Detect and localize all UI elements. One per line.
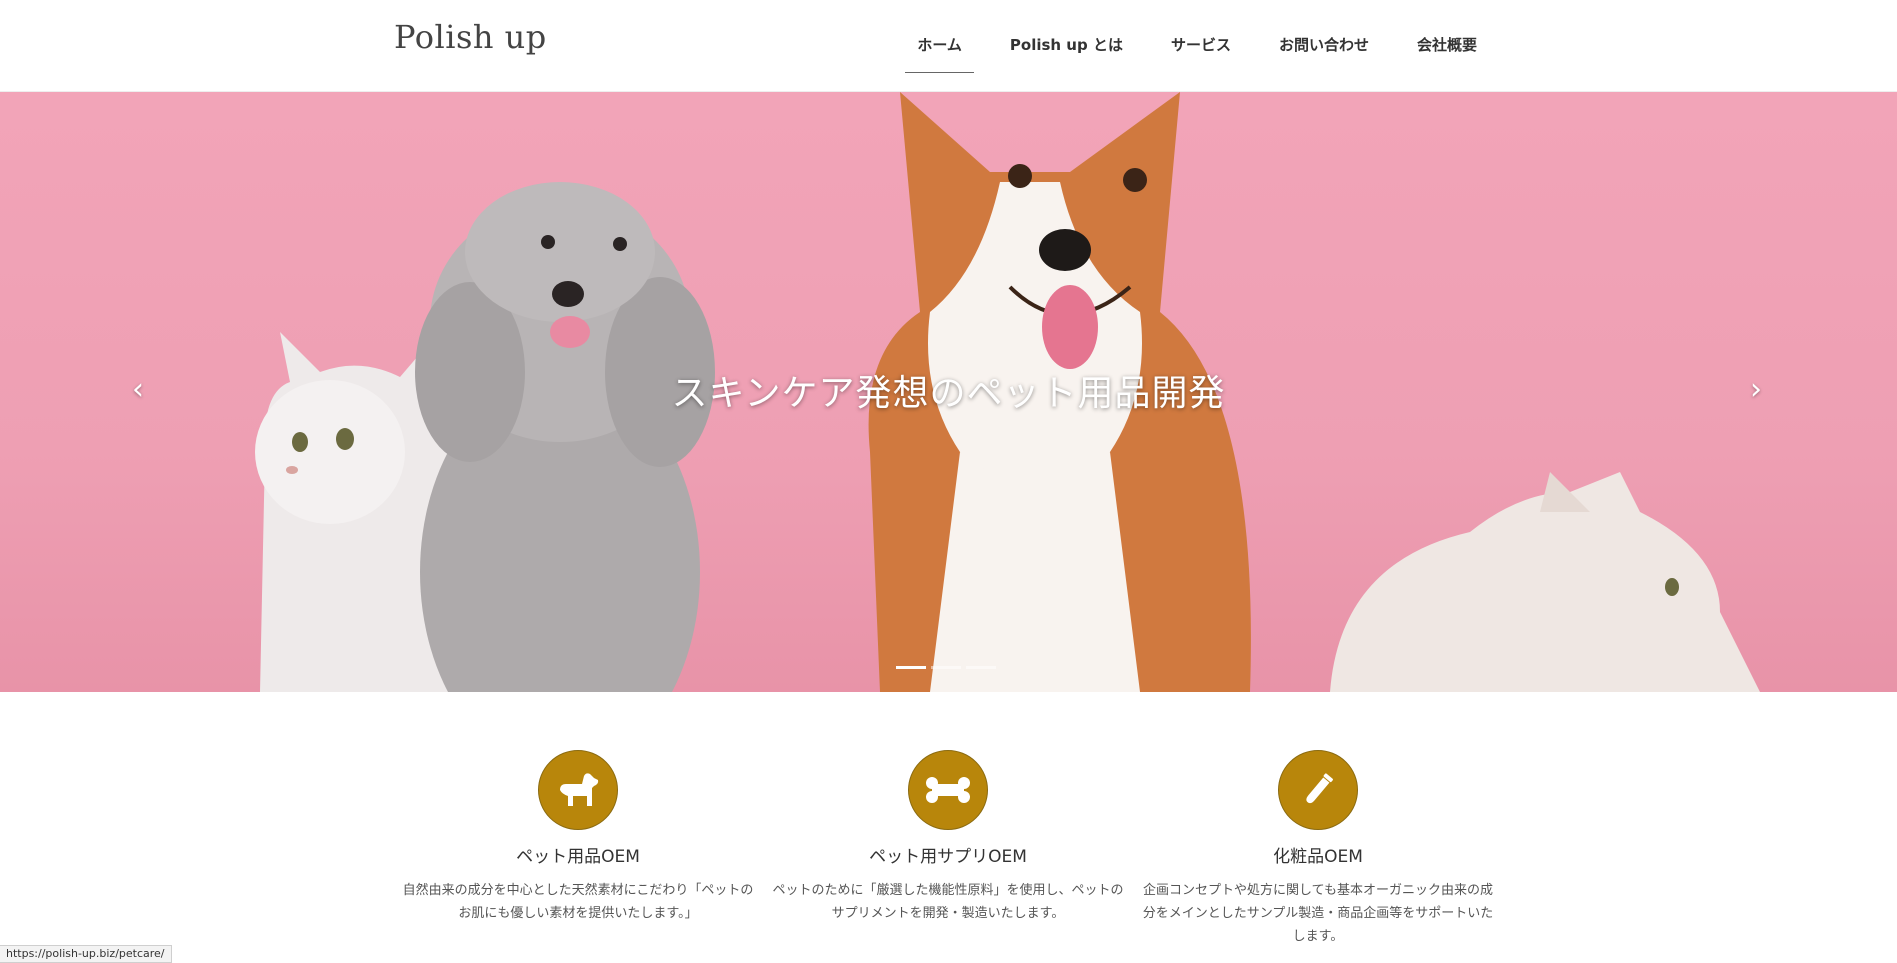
bone-icon [908,750,988,830]
test-tube-icon [1278,750,1358,830]
nav-item-contact[interactable]: お問い合わせ [1267,32,1381,73]
carousel-next-button[interactable]: › [1742,375,1770,405]
services-section: ペット用品OEM 自然由来の成分を中心とした天然素材にこだわり「ペットのお肌にも… [393,750,1503,948]
service-description: 企画コンセプトや処方に関しても基本オーガニック由来の成分をメインとしたサンプル製… [1142,883,1494,944]
nav-item-home[interactable]: ホーム [905,32,974,73]
browser-status-bar: https://polish-up.biz/petcare/ [0,945,172,963]
carousel-indicator-2[interactable] [931,666,961,669]
main-nav: ホーム Polish up とは サービス お問い合わせ 会社概要 [905,32,1489,73]
nav-item-company[interactable]: 会社概要 [1405,32,1489,73]
chevron-right-icon: › [1750,372,1762,407]
site-logo[interactable]: Polish up [394,18,547,56]
hero-carousel: スキンケア発想のペット用品開発 ‹ › [0,92,1897,692]
service-pet-supplements: ペット用サプリOEM ペットのために「厳選した機能性原料」を使用し、ペットのサプ… [763,750,1133,948]
service-title: ペット用品OEM [516,847,640,867]
service-pet-products: ペット用品OEM 自然由来の成分を中心とした天然素材にこだわり「ペットのお肌にも… [393,750,763,948]
service-description: 自然由来の成分を中心とした天然素材にこだわり「ペットのお肌にも優しい素材を提供い… [402,883,754,921]
service-cosmetics: 化粧品OEM 企画コンセプトや処方に関しても基本オーガニック由来の成分をメインと… [1133,750,1503,948]
nav-item-services[interactable]: サービス [1159,32,1243,73]
site-header: Polish up ホーム Polish up とは サービス お問い合わせ 会… [0,0,1897,92]
service-description: ペットのために「厳選した機能性原料」を使用し、ペットのサプリメントを開発・製造い… [772,883,1124,921]
service-title: ペット用サプリOEM [869,847,1027,867]
poodle-illustration [415,182,715,692]
cat-right-illustration [1330,472,1760,692]
carousel-indicator-1[interactable] [896,666,926,669]
dog-icon [538,750,618,830]
nav-item-about[interactable]: Polish up とは [998,32,1135,73]
service-title: 化粧品OEM [1273,847,1363,867]
carousel-indicator-3[interactable] [966,666,996,669]
carousel-prev-button[interactable]: ‹ [124,375,152,405]
chevron-left-icon: ‹ [132,372,144,407]
hero-title: スキンケア発想のペット用品開発 [671,373,1226,414]
carousel-indicators [896,666,996,669]
